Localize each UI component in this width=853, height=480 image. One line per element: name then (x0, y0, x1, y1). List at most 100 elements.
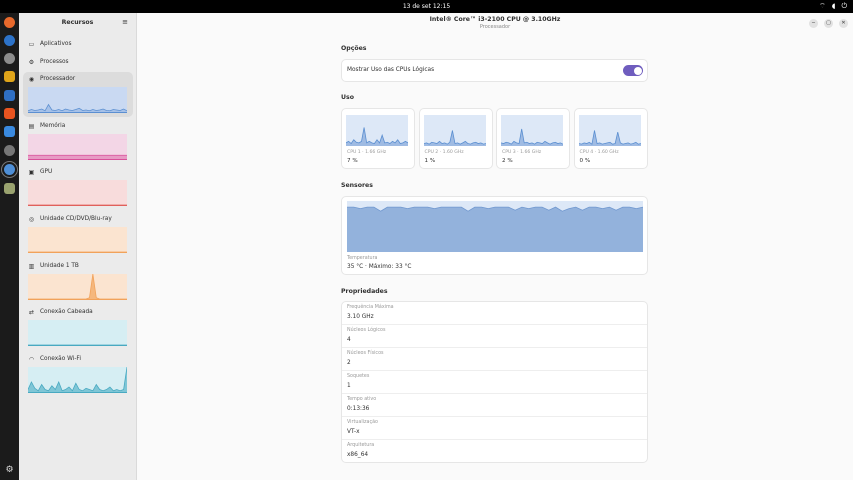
dock: ⚙ (0, 13, 19, 480)
cpu-label: CPU 1 · 1.66 GHz (347, 150, 387, 155)
cpu-label: CPU 4 · 1.60 GHz (579, 150, 619, 155)
cpu-card: CPU 4 · 1.60 GHz 0 % (573, 108, 648, 169)
property-value: 3.10 GHz (347, 314, 374, 320)
writer-icon[interactable] (4, 90, 15, 101)
resource-icon: ▤ (28, 123, 35, 130)
property-row: Frequência Máxima 3.10 GHz (342, 302, 647, 325)
sensors-title: Sensores (341, 182, 373, 189)
graph-line (423, 130, 486, 145)
sidebar-item-label: Processos (40, 59, 69, 65)
temperature-value: 35 °C · Máximo: 33 °C (347, 264, 412, 270)
resource-graph (28, 320, 127, 346)
property-value: VT-x (347, 429, 360, 435)
sidebar-item-processes[interactable]: ⚙ Processos (23, 55, 133, 71)
property-row: Soquetes 1 (342, 371, 647, 394)
property-value: 1 (347, 383, 351, 389)
resource-graph (28, 180, 127, 206)
resource-icon: ⇄ (28, 309, 35, 316)
maximize-button[interactable]: ▢ (824, 19, 833, 28)
sidebar-item-label: Conexão Cabeada (40, 309, 93, 315)
sidebar-item-processador[interactable]: ◉ Processador (23, 72, 133, 117)
resource-graph (28, 87, 127, 113)
thunderbird-icon[interactable] (4, 35, 15, 46)
sidebar-item-conex-o-wi-fi[interactable]: ◠ Conexão Wi-Fi (23, 352, 133, 397)
trash-icon[interactable] (4, 183, 15, 194)
clock[interactable]: 13 de set 12:15 (0, 3, 853, 10)
help-icon[interactable] (4, 126, 15, 137)
graph-area (347, 207, 643, 252)
graph-area (28, 367, 127, 392)
property-value: x86_64 (347, 452, 369, 458)
property-label: Arquitetura (347, 443, 375, 448)
resource-graph (28, 134, 127, 160)
sidebar-title: Recursos (61, 19, 94, 26)
sidebar-item-unidade-cd-dvd-blu-ray[interactable]: ◎ Unidade CD/DVD/Blu-ray (23, 212, 133, 257)
cpu-card: CPU 3 · 1.66 GHz 2 % (496, 108, 570, 169)
resource-graph (28, 274, 127, 300)
property-row: Núcleos Lógicos 4 (342, 325, 647, 348)
sidebar-item-gpu[interactable]: ▣ GPU (23, 165, 133, 210)
sidebar: Recursos ≡ ▭ Aplicativos ⚙ Processos ◉ Pr… (19, 13, 137, 480)
volume-icon[interactable]: ◖ (832, 2, 836, 11)
properties-title: Propriedades (341, 288, 388, 295)
graph-line (28, 274, 127, 299)
minimize-button[interactable]: − (809, 19, 818, 28)
options-title: Opções (341, 45, 367, 52)
processes-icon: ⚙ (28, 59, 35, 66)
rhythmbox-icon[interactable] (4, 71, 15, 82)
sidebar-item-unidade-1-tb[interactable]: ▥ Unidade 1 TB (23, 259, 133, 304)
temperature-graph (347, 201, 644, 252)
properties-card: Frequência Máxima 3.10 GHz Núcleos Lógicos… (341, 301, 648, 463)
sidebar-item-mem-ria[interactable]: ▤ Memória (23, 119, 133, 164)
cpu-card: CPU 2 · 1.60 GHz 1 % (418, 108, 493, 169)
property-row: Virtualização VT-x (342, 417, 647, 440)
page-subtitle: Processador (479, 24, 511, 30)
resource-icon: ◉ (28, 76, 35, 83)
resources-icon[interactable] (1, 161, 18, 178)
menu-icon[interactable]: ≡ (122, 18, 128, 26)
sidebar-item-label: GPU (40, 169, 53, 175)
cpu-graph (345, 115, 409, 146)
cpu-label: CPU 3 · 1.66 GHz (502, 150, 542, 155)
property-value: 4 (347, 337, 351, 343)
graph-area (346, 127, 408, 146)
property-label: Soquetes (347, 374, 370, 379)
cpu-usage-value: 2 % (502, 158, 513, 164)
sidebar-item-conex-o-cabeada[interactable]: ⇄ Conexão Cabeada (23, 305, 133, 350)
logical-cpus-toggle[interactable] (623, 65, 643, 76)
resource-icon: ▥ (28, 263, 35, 270)
cpu-card: CPU 1 · 1.66 GHz 7 % (341, 108, 415, 169)
temperature-label: Temperatura (347, 256, 378, 261)
sidebar-item-label: Unidade CD/DVD/Blu-ray (40, 216, 112, 222)
sidebar-item-label: Unidade 1 TB (40, 263, 79, 269)
cpu-label: CPU 2 · 1.60 GHz (424, 150, 464, 155)
cpu-graph (500, 115, 564, 146)
firefox-icon[interactable] (4, 17, 15, 28)
property-label: Frequência Máxima (347, 305, 394, 310)
graph-area (28, 155, 127, 159)
logical-cpus-label: Mostrar Uso das CPUs Lógicas (347, 67, 435, 73)
sensors-card: Temperatura 35 °C · Máximo: 33 °C (341, 196, 648, 275)
options-card: Mostrar Uso das CPUs Lógicas (341, 59, 648, 82)
software-icon[interactable] (4, 108, 15, 119)
page-title: Intel® Core™ i3-2100 CPU @ 3.10GHz (429, 16, 561, 23)
property-value: 2 (347, 360, 351, 366)
cpu-usage-value: 0 % (579, 158, 591, 164)
top-bar: 13 de set 12:15 ⌔ ◖ ⏻ (0, 0, 853, 13)
close-button[interactable]: ✕ (839, 19, 848, 28)
cpu-usage-value: 1 % (424, 158, 436, 164)
header-bar: Intel® Core™ i3-2100 CPU @ 3.10GHz Proce… (137, 13, 853, 33)
files-icon[interactable] (4, 53, 15, 64)
property-label: Núcleos Físicos (347, 351, 384, 356)
resource-icon: ◠ (28, 356, 35, 363)
network-icon[interactable]: ⌔ (819, 2, 826, 11)
settings-icon[interactable] (4, 145, 15, 156)
sidebar-item-label: Processador (40, 76, 76, 82)
show-apps-icon[interactable]: ⚙ (4, 465, 15, 476)
sidebar-item-apps[interactable]: ▭ Aplicativos (23, 37, 133, 53)
resource-graph (28, 227, 127, 253)
power-icon[interactable]: ⏻ (841, 2, 847, 11)
property-value: 0:13:36 (347, 406, 370, 412)
sidebar-item-label: Memória (40, 123, 66, 129)
sidebar-item-label: Conexão Wi-Fi (40, 356, 81, 362)
